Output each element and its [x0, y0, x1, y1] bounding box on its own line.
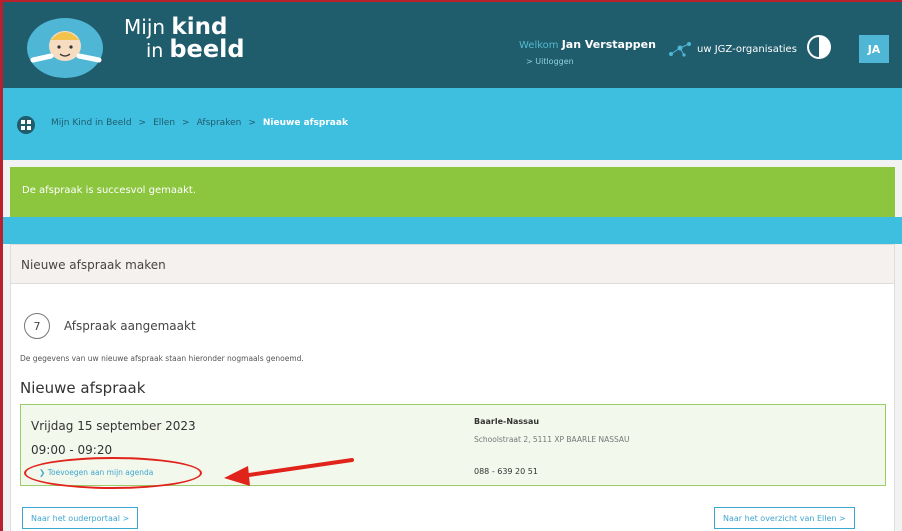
- grid-menu-icon[interactable]: [17, 116, 35, 134]
- logo-text[interactable]: Mijn kind in beeld: [124, 15, 245, 63]
- breadcrumb-bar: Mijn Kind in Beeld > Ellen > Afspraken >…: [3, 88, 902, 160]
- user-name: Jan Verstappen: [561, 38, 656, 51]
- contrast-icon[interactable]: [806, 34, 832, 60]
- network-icon: [669, 42, 691, 57]
- welcome-label: Welkom: [519, 40, 559, 51]
- appointment-date: Vrijdag 15 september 2023: [31, 419, 196, 433]
- intro-text: De gegevens van uw nieuwe afspraak staan…: [20, 354, 304, 363]
- appointment-heading: Nieuwe afspraak: [20, 379, 146, 397]
- breadcrumb-item-ellen[interactable]: Ellen: [153, 118, 175, 128]
- panel-title: Nieuwe afspraak maken: [10, 244, 895, 284]
- breadcrumb-separator: >: [182, 118, 190, 128]
- location-name: Baarle-Nassau: [474, 417, 540, 426]
- appointment-panel: 7 Afspraak aangemaakt De gegevens van uw…: [10, 284, 895, 531]
- step-number-badge: 7: [24, 313, 50, 339]
- breadcrumb-item-afspraken[interactable]: Afspraken: [197, 118, 242, 128]
- overview-button[interactable]: Naar het overzicht van Ellen >: [714, 507, 855, 529]
- breadcrumb-item-home[interactable]: Mijn Kind in Beeld: [51, 118, 132, 128]
- location-phone: 088 - 639 20 51: [474, 467, 538, 476]
- step-title: Afspraak aangemaakt: [64, 319, 196, 333]
- appointment-time: 09:00 - 09:20: [31, 443, 113, 457]
- breadcrumb: Mijn Kind in Beeld > Ellen > Afspraken >…: [51, 118, 348, 128]
- breadcrumb-item-current: Nieuwe afspraak: [262, 118, 348, 128]
- breadcrumb-separator: >: [248, 118, 256, 128]
- divider-strip: [3, 217, 902, 244]
- logo-in: in: [146, 40, 164, 62]
- logo-child-icon: [27, 18, 103, 78]
- logo-beeld: beeld: [169, 35, 245, 63]
- success-banner: De afspraak is succesvol gemaakt.: [10, 167, 895, 217]
- location-address: Schoolstraat 2, 5111 XP BAARLE NASSAU: [474, 435, 630, 444]
- parent-portal-button[interactable]: Naar het ouderportaal >: [22, 507, 139, 529]
- welcome-text: Welkom Jan Verstappen: [519, 38, 656, 51]
- jgz-label: uw JGZ-organisaties: [697, 43, 797, 55]
- annotation-circle: [24, 457, 202, 489]
- jgz-organisations-link[interactable]: uw JGZ-organisaties: [668, 40, 797, 58]
- annotation-arrow-icon: [224, 458, 354, 486]
- avatar-button[interactable]: JA: [859, 35, 889, 63]
- breadcrumb-separator: >: [138, 118, 147, 128]
- logo-mijn: Mijn: [124, 15, 166, 39]
- logout-link[interactable]: > Uitloggen: [526, 57, 574, 66]
- site-header: Mijn kind in beeld Welkom Jan Verstappen…: [3, 2, 902, 88]
